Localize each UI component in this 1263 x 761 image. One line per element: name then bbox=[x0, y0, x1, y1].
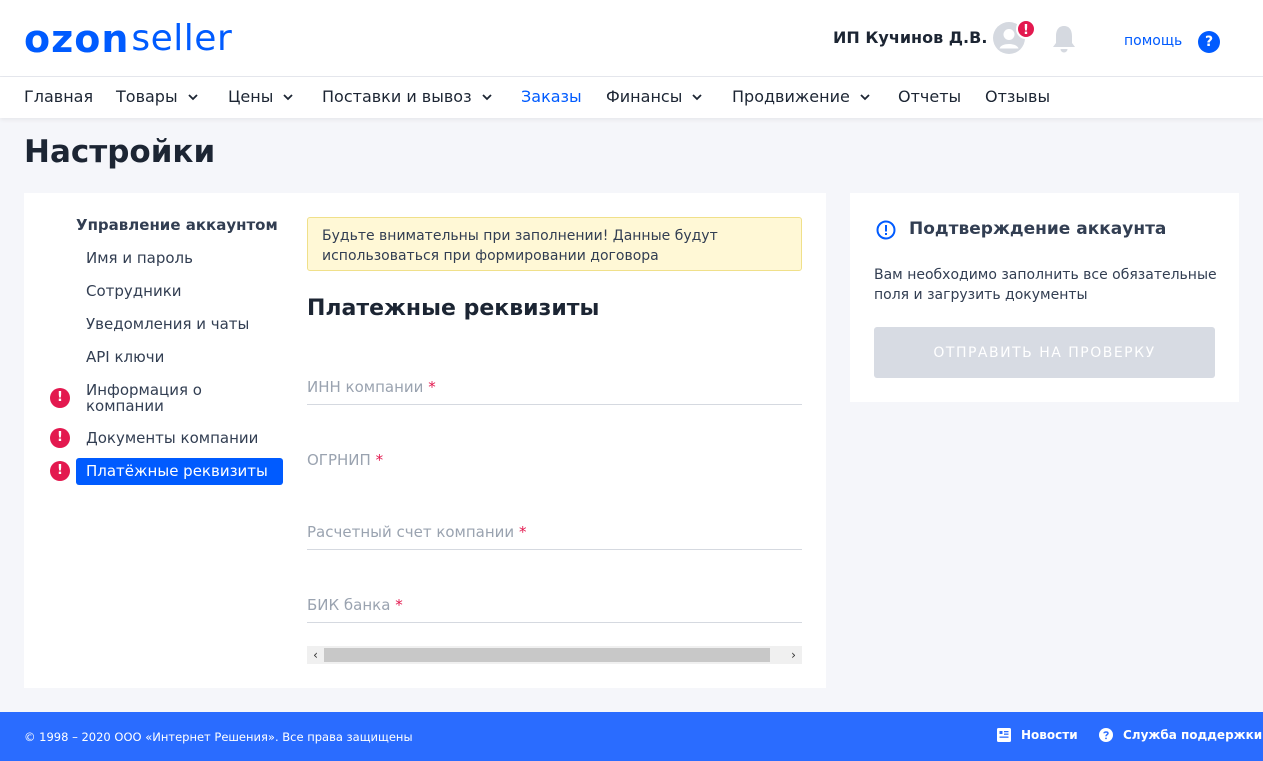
nav-item-label: Главная bbox=[24, 87, 94, 106]
nav-item-label: Заказы bbox=[521, 87, 582, 106]
chevron-down-icon bbox=[860, 93, 870, 100]
footer-news-link[interactable]: Новости bbox=[997, 728, 1078, 742]
info-icon bbox=[876, 220, 896, 240]
field-label-text: БИК банка bbox=[307, 596, 391, 614]
warning-icon: ! bbox=[50, 388, 70, 408]
user-name[interactable]: ИП Кучинов Д.В. bbox=[833, 28, 987, 47]
field-label-text: Расчетный счет компании bbox=[307, 523, 515, 541]
account-number-field[interactable]: Расчетный счет компании * bbox=[307, 512, 802, 550]
scrollbar-thumb[interactable] bbox=[324, 648, 770, 662]
scroll-left-arrow[interactable]: ‹ bbox=[307, 646, 324, 664]
nav-item-label: Отзывы bbox=[985, 87, 1051, 106]
nav-item-label: Финансы bbox=[606, 87, 683, 106]
field-label-text: ИНН компании bbox=[307, 378, 424, 396]
submit-for-review-button[interactable]: ОТПРАВИТЬ НА ПРОВЕРКУ bbox=[874, 327, 1215, 378]
menu-item-name-password[interactable]: Имя и пароль bbox=[86, 250, 193, 266]
menu-item-employees[interactable]: Сотрудники bbox=[86, 283, 182, 299]
bik-field[interactable]: БИК банка * bbox=[307, 585, 802, 623]
copyright-text: © 1998 – 2020 ООО «Интернет Решения». Вс… bbox=[24, 730, 413, 744]
footer-support-label: Служба поддержки bbox=[1123, 728, 1263, 742]
nav-item-label: Продвижение bbox=[732, 87, 850, 106]
verification-title: Подтверждение аккаунта bbox=[909, 219, 1167, 239]
nav-item-finance[interactable]: Финансы bbox=[606, 87, 704, 106]
chevron-down-icon bbox=[187, 93, 198, 100]
footer-news-label: Новости bbox=[1021, 728, 1078, 742]
warning-icon: ! bbox=[50, 461, 70, 481]
help-icon[interactable]: ? bbox=[1198, 31, 1220, 53]
nav-item-reports[interactable]: Отчеты bbox=[898, 87, 961, 106]
chevron-down-icon bbox=[692, 93, 702, 100]
nav-item-products[interactable]: Товары bbox=[116, 87, 200, 106]
scroll-right-arrow[interactable]: › bbox=[785, 646, 802, 664]
verification-text: Вам необходимо заполнить все обязательны… bbox=[874, 267, 1217, 303]
nav-item-label: Поставки и вывоз bbox=[322, 87, 472, 106]
nav-item-supplies[interactable]: Поставки и вывоз bbox=[322, 87, 494, 106]
nav-item-main[interactable]: Главная bbox=[24, 87, 93, 106]
form-notice: Будьте внимательны при заполнении! Данны… bbox=[307, 217, 802, 271]
ozon-seller-logo[interactable]: ozon seller bbox=[24, 17, 233, 61]
nav-item-label: Товары bbox=[116, 87, 178, 106]
menu-item-notifications[interactable]: Уведомления и чаты bbox=[86, 316, 249, 332]
warning-icon: ! bbox=[50, 428, 70, 448]
nav-item-orders[interactable]: Заказы bbox=[521, 87, 582, 106]
ogrnip-field[interactable]: ОГРНИП * bbox=[307, 439, 802, 477]
bell-icon[interactable] bbox=[1050, 24, 1078, 54]
nav-item-reviews[interactable]: Отзывы bbox=[985, 87, 1050, 106]
field-label-text: ОГРНИП bbox=[307, 451, 371, 469]
news-icon bbox=[997, 728, 1011, 742]
ogrnip-field-label: ОГРНИП * bbox=[307, 451, 383, 469]
avatar-alert-badge: ! bbox=[1016, 19, 1036, 39]
required-mark: * bbox=[518, 523, 527, 541]
help-circle-icon bbox=[1099, 728, 1113, 742]
required-mark: * bbox=[375, 451, 384, 469]
bik-field-label: БИК банка * bbox=[307, 596, 403, 614]
nav-item-prices[interactable]: Цены bbox=[228, 87, 295, 106]
top-bar: ozon seller ИП Кучинов Д.В. ! помощь ? bbox=[0, 0, 1263, 77]
chevron-down-icon bbox=[481, 93, 492, 100]
footer-support-link[interactable]: Служба поддержки bbox=[1099, 728, 1262, 742]
inn-field[interactable]: ИНН компании * bbox=[307, 367, 802, 405]
menu-item-payment-details[interactable]: Платёжные реквизиты bbox=[76, 458, 283, 485]
nav-item-label: Отчеты bbox=[898, 87, 962, 106]
chevron-down-icon bbox=[283, 93, 293, 100]
required-mark: * bbox=[395, 596, 403, 614]
account-number-field-label: Расчетный счет компании * bbox=[307, 523, 526, 541]
menu-item-api-keys[interactable]: API ключи bbox=[86, 349, 164, 365]
footer: © 1998 – 2020 ООО «Интернет Решения». Вс… bbox=[0, 712, 1263, 761]
nav-item-label: Цены bbox=[228, 87, 274, 106]
required-mark: * bbox=[428, 378, 436, 396]
logo-ozon-text: ozon bbox=[24, 17, 130, 61]
settings-menu-heading: Управление аккаунтом bbox=[76, 216, 278, 234]
main-nav: Главная Товары Цены Поставки и вывоз Зак… bbox=[0, 77, 1263, 118]
logo-seller-text: seller bbox=[131, 18, 233, 59]
page-title: Настройки bbox=[24, 134, 216, 170]
horizontal-scrollbar[interactable]: ‹ › bbox=[307, 646, 802, 664]
menu-item-company-docs[interactable]: Документы компании bbox=[86, 430, 258, 446]
help-link[interactable]: помощь bbox=[1124, 33, 1182, 49]
nav-item-promotion[interactable]: Продвижение bbox=[732, 87, 872, 106]
menu-item-company-info[interactable]: Информация о компании bbox=[86, 382, 256, 414]
form-title: Платежные реквизиты bbox=[307, 296, 600, 321]
inn-field-label: ИНН компании * bbox=[307, 378, 436, 396]
